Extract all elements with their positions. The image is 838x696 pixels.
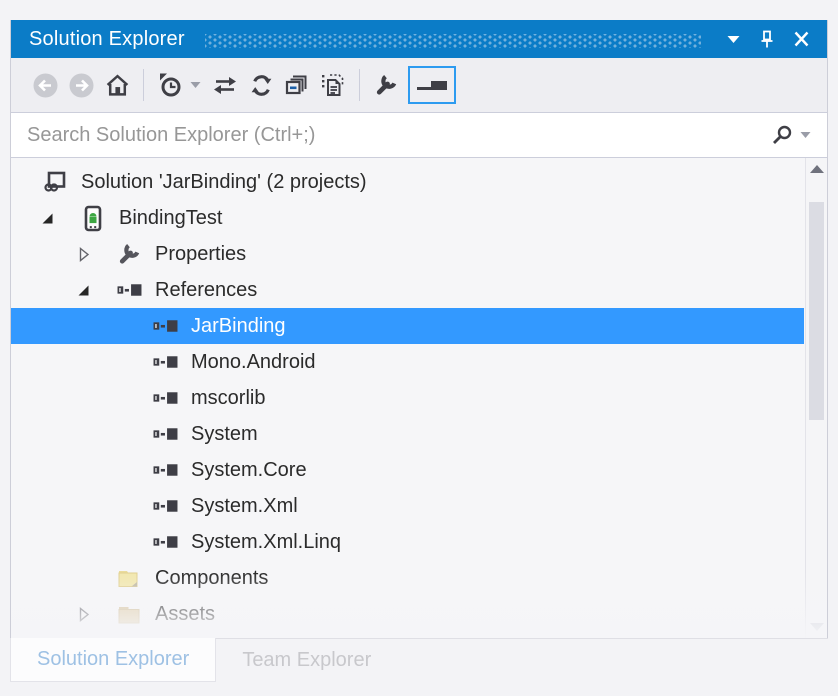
tree-item-label: mscorlib <box>191 387 265 410</box>
tree-item[interactable]: BindingTest <box>11 200 804 236</box>
components-folder-icon <box>115 564 143 592</box>
tree-item[interactable]: Properties <box>11 236 804 272</box>
toolbar-separator <box>359 69 360 101</box>
expander-spacer <box>73 568 93 588</box>
solution-tree: Solution 'JarBinding' (2 projects) Bindi… <box>11 158 827 638</box>
tree-item[interactable]: mscorlib <box>11 380 804 416</box>
search-bar <box>11 112 827 158</box>
tree-item[interactable]: Assets <box>11 596 804 632</box>
reference-icon <box>151 420 179 448</box>
search-dropdown-icon <box>800 131 811 139</box>
history-icon[interactable] <box>152 66 188 104</box>
sync-with-active-document-icon[interactable] <box>207 66 243 104</box>
reference-icon <box>151 456 179 484</box>
reference-icon <box>151 312 179 340</box>
expander-expanded-icon[interactable] <box>37 208 57 228</box>
panel-tab-strip: Solution Explorer Team Explorer <box>10 638 828 681</box>
scrollbar-thumb[interactable] <box>809 202 824 420</box>
tree-item[interactable]: System <box>11 416 804 452</box>
tree-item[interactable]: System.Xml <box>11 488 804 524</box>
assets-folder-icon <box>115 600 143 628</box>
pin-icon[interactable] <box>753 26 781 52</box>
tree-item-label: Mono.Android <box>191 351 316 374</box>
search-input[interactable] <box>25 114 765 156</box>
titlebar-grip-dots[interactable] <box>205 34 701 48</box>
reference-icon <box>151 384 179 412</box>
toolbar-separator <box>143 69 144 101</box>
tree-item-label: References <box>155 279 257 302</box>
vertical-scrollbar[interactable] <box>805 158 827 638</box>
back-icon[interactable] <box>27 66 63 104</box>
reference-icon <box>151 492 179 520</box>
tree-item-label: System.Core <box>191 459 307 482</box>
tree-item[interactable]: System.Core <box>11 452 804 488</box>
tree-item-label: JarBinding <box>191 315 286 338</box>
tree-item-label: Components <box>155 567 268 590</box>
tree-item[interactable]: Solution 'JarBinding' (2 projects) <box>11 164 804 200</box>
preview-selected-items-button[interactable] <box>408 66 456 104</box>
tree-item-label: System.Xml.Linq <box>191 531 341 554</box>
tree-item-label: BindingTest <box>119 207 222 230</box>
tree-item[interactable]: System.Xml.Linq <box>11 524 804 560</box>
tree-item-label: Solution 'JarBinding' (2 projects) <box>81 171 367 194</box>
tree-item-label: Assets <box>155 603 215 626</box>
forward-icon[interactable] <box>63 66 99 104</box>
show-all-files-icon[interactable] <box>315 66 351 104</box>
reference-icon <box>151 528 179 556</box>
tree-item[interactable]: References <box>11 272 804 308</box>
tree-item-label: System.Xml <box>191 495 298 518</box>
reference-icon <box>151 348 179 376</box>
titlebar: Solution Explorer <box>11 20 827 58</box>
scroll-up-arrow-icon[interactable] <box>806 158 827 180</box>
properties-wrench-icon <box>115 240 143 268</box>
preview-selected-items-icon <box>417 80 447 90</box>
tree-item[interactable]: Components <box>11 560 804 596</box>
tree-item[interactable]: JarBinding <box>11 308 804 344</box>
expander-expanded-icon[interactable] <box>73 280 93 300</box>
tab-solution-explorer[interactable]: Solution Explorer <box>10 638 216 682</box>
properties-wrench-icon[interactable] <box>368 66 404 104</box>
solution-explorer-panel: Solution Explorer <box>10 20 828 638</box>
magnifier-icon <box>771 124 793 146</box>
tab-team-explorer[interactable]: Team Explorer <box>216 639 397 681</box>
tree-item[interactable]: Mono.Android <box>11 344 804 380</box>
home-icon[interactable] <box>99 66 135 104</box>
solution-icon <box>41 168 69 196</box>
tree-item-label: System <box>191 423 258 446</box>
toolbar <box>11 58 827 112</box>
expander-collapsed-icon[interactable] <box>73 244 93 264</box>
search-button[interactable] <box>765 124 817 146</box>
close-icon[interactable] <box>787 26 815 52</box>
history-dropdown-icon[interactable] <box>190 81 201 89</box>
window-menu-chevron-icon[interactable] <box>719 26 747 52</box>
tab-label: Solution Explorer <box>37 648 189 671</box>
android-project-icon <box>79 204 107 232</box>
references-icon <box>115 276 143 304</box>
refresh-icon[interactable] <box>243 66 279 104</box>
tree-item-label: Properties <box>155 243 246 266</box>
scroll-down-arrow-icon[interactable] <box>806 616 827 638</box>
panel-title: Solution Explorer <box>29 28 185 51</box>
tab-label: Team Explorer <box>242 649 371 672</box>
expander-collapsed-icon[interactable] <box>73 604 93 624</box>
collapse-all-icon[interactable] <box>279 66 315 104</box>
